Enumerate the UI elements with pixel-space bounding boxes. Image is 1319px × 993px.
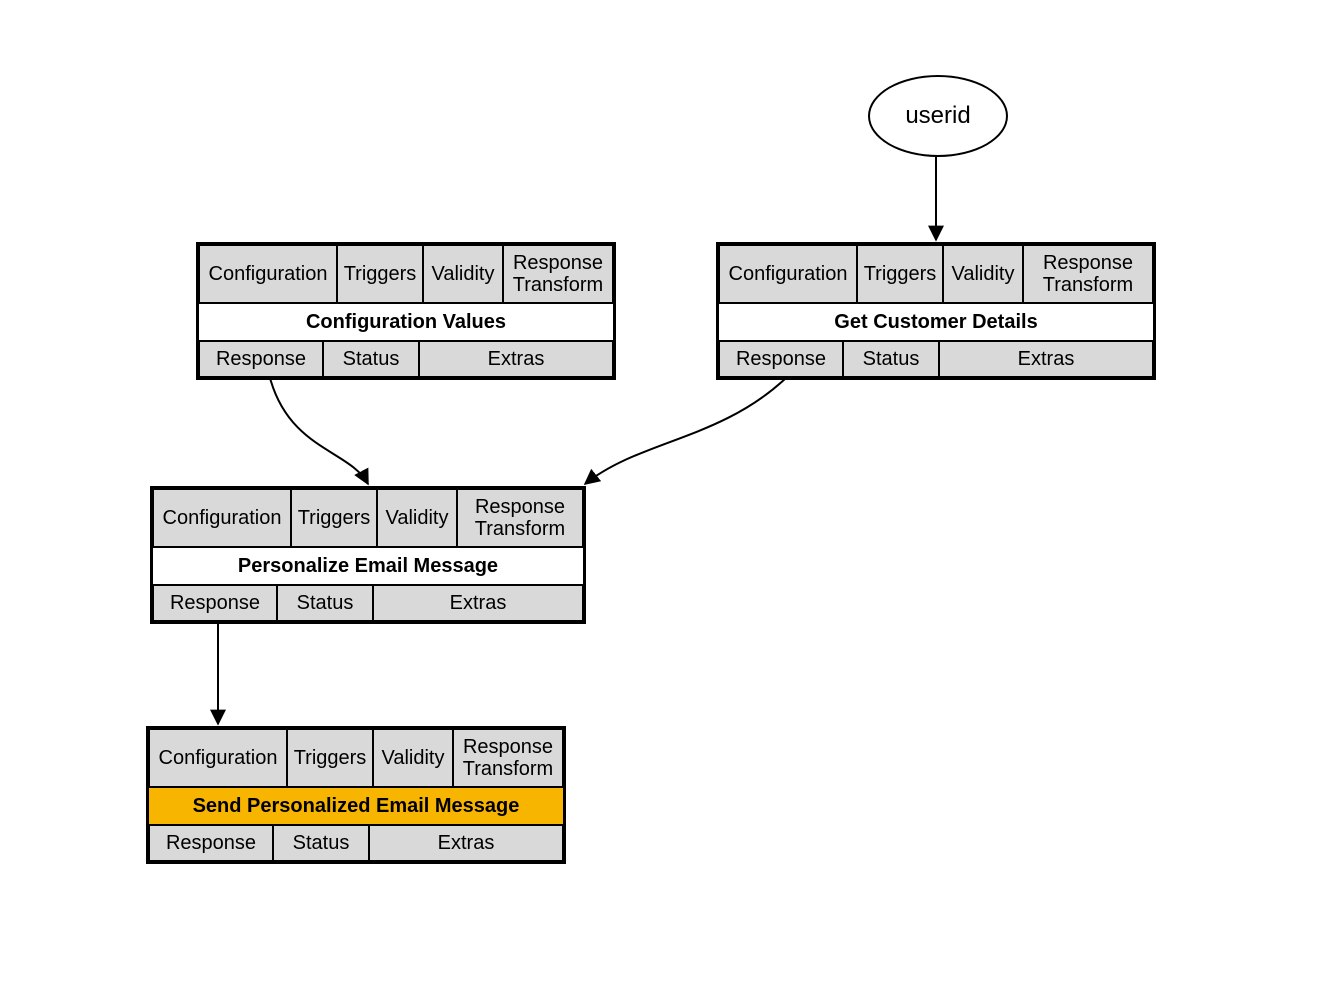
node-footer-row: Response Status Extras <box>719 341 1153 377</box>
cell-configuration: Configuration <box>149 729 287 787</box>
node-title: Get Customer Details <box>719 303 1153 341</box>
cell-status: Status <box>323 341 419 377</box>
node-send-email: Configuration Triggers Validity Response… <box>146 726 566 864</box>
node-header-row: Configuration Triggers Validity Response… <box>199 245 613 303</box>
cell-extras: Extras <box>373 585 583 621</box>
cell-validity: Validity <box>943 245 1023 303</box>
cell-configuration: Configuration <box>719 245 857 303</box>
cell-triggers: Triggers <box>291 489 377 547</box>
node-title: Configuration Values <box>199 303 613 341</box>
edge-configvalues-to-personalize <box>270 378 368 484</box>
cell-response-transform: Response Transform <box>453 729 563 787</box>
flow-diagram-canvas: userid Configuration Triggers Validity R… <box>0 0 1319 993</box>
cell-triggers: Triggers <box>337 245 423 303</box>
cell-response-transform: Response Transform <box>503 245 613 303</box>
node-configuration-values: Configuration Triggers Validity Response… <box>196 242 616 380</box>
cell-validity: Validity <box>373 729 453 787</box>
cell-response: Response <box>199 341 323 377</box>
cell-extras: Extras <box>369 825 563 861</box>
node-header-row: Configuration Triggers Validity Response… <box>149 729 563 787</box>
node-title: Personalize Email Message <box>153 547 583 585</box>
input-node-label: userid <box>905 102 970 130</box>
cell-response: Response <box>149 825 273 861</box>
node-footer-row: Response Status Extras <box>149 825 563 861</box>
cell-response-transform: Response Transform <box>457 489 583 547</box>
cell-status: Status <box>277 585 373 621</box>
node-get-customer-details: Configuration Triggers Validity Response… <box>716 242 1156 380</box>
node-header-row: Configuration Triggers Validity Response… <box>153 489 583 547</box>
node-footer-row: Response Status Extras <box>199 341 613 377</box>
cell-validity: Validity <box>423 245 503 303</box>
cell-response: Response <box>719 341 843 377</box>
cell-triggers: Triggers <box>287 729 373 787</box>
cell-validity: Validity <box>377 489 457 547</box>
cell-status: Status <box>843 341 939 377</box>
cell-triggers: Triggers <box>857 245 943 303</box>
node-title: Send Personalized Email Message <box>149 787 563 825</box>
node-header-row: Configuration Triggers Validity Response… <box>719 245 1153 303</box>
cell-status: Status <box>273 825 369 861</box>
input-node-userid: userid <box>868 75 1008 157</box>
edge-getcustomer-to-personalize <box>585 378 786 484</box>
node-personalize-email: Configuration Triggers Validity Response… <box>150 486 586 624</box>
cell-response: Response <box>153 585 277 621</box>
cell-extras: Extras <box>939 341 1153 377</box>
node-footer-row: Response Status Extras <box>153 585 583 621</box>
cell-configuration: Configuration <box>153 489 291 547</box>
cell-response-transform: Response Transform <box>1023 245 1153 303</box>
cell-extras: Extras <box>419 341 613 377</box>
cell-configuration: Configuration <box>199 245 337 303</box>
